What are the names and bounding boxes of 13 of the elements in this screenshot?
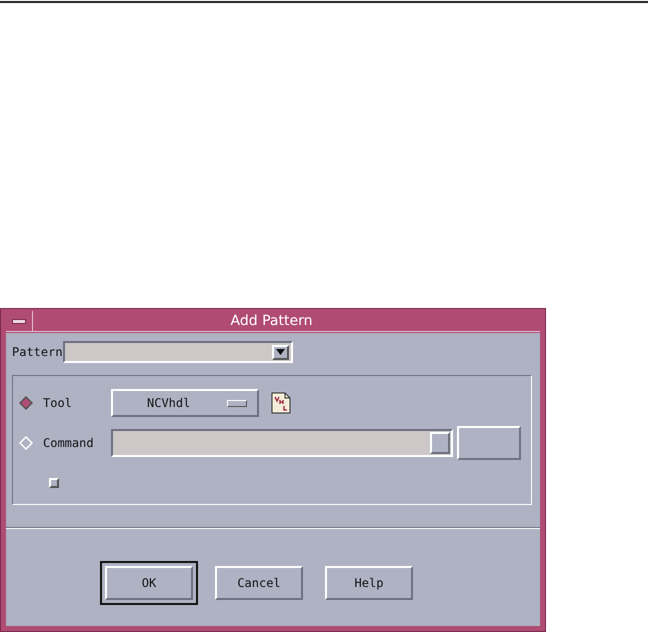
window-title: Add Pattern	[230, 312, 314, 331]
option-label: Tool	[43, 396, 73, 410]
checkbox[interactable]	[49, 478, 59, 488]
field-button[interactable]	[430, 432, 450, 454]
dialog-button[interactable]: OK	[100, 561, 198, 605]
radio-button[interactable]	[19, 396, 33, 410]
document-icon	[271, 392, 291, 414]
pattern-label: Pattern	[12, 345, 63, 359]
pattern-combo-box[interactable]	[62, 341, 293, 363]
command-input-field[interactable]	[111, 429, 453, 457]
option-label: Command	[43, 436, 95, 450]
tool-option-menu[interactable]: NCVhdl	[111, 389, 259, 417]
browse-button[interactable]	[457, 426, 521, 460]
